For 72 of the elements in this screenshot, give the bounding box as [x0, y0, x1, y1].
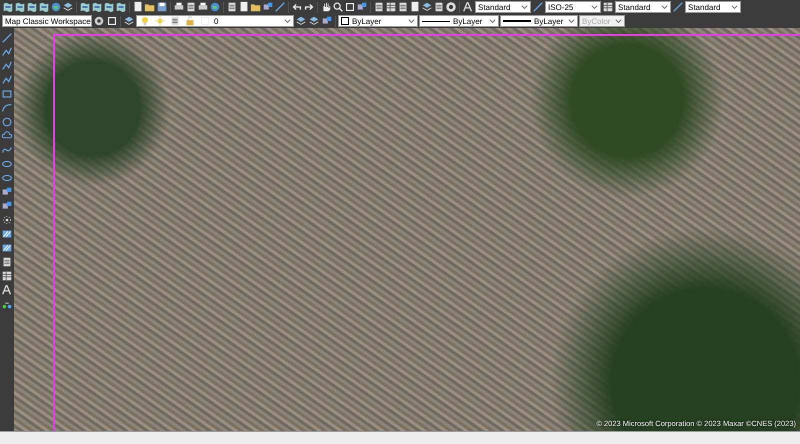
square-icon[interactable] [344, 1, 356, 13]
lineweight-sample [503, 20, 531, 22]
dropdown[interactable]: 0 [136, 15, 294, 27]
caret-icon [615, 18, 622, 24]
circle-tool-icon[interactable] [1, 116, 13, 128]
dropdown[interactable]: ByLayer [500, 15, 578, 27]
layers-icon[interactable] [421, 1, 433, 13]
map-icon[interactable] [38, 1, 50, 13]
polyline-tool-icon[interactable] [1, 60, 13, 72]
sheet-icon[interactable] [373, 1, 385, 13]
dropdown[interactable]: ByLayer [419, 15, 499, 27]
layers-icon[interactable] [62, 1, 74, 13]
caret-icon [731, 4, 738, 10]
layers-icon[interactable] [295, 15, 307, 27]
caret-icon [661, 4, 668, 10]
caret-icon [489, 18, 496, 24]
map-icon[interactable] [103, 1, 115, 13]
linetype-sample [422, 20, 450, 22]
sheet-icon[interactable] [1, 256, 13, 268]
caret-icon [521, 4, 528, 10]
dropdown[interactable]: Standard [685, 1, 741, 13]
undo-arrow-icon[interactable] [291, 1, 303, 13]
line-tool-icon[interactable] [1, 32, 13, 44]
map-icon[interactable] [2, 1, 14, 13]
map-icon[interactable] [79, 1, 91, 13]
table-icon[interactable] [385, 1, 397, 13]
sheet-icon[interactable] [185, 1, 197, 13]
layers-icon[interactable] [308, 15, 320, 27]
polyline-tool-icon[interactable] [1, 46, 13, 58]
globe-icon[interactable] [50, 1, 62, 13]
sheet-icon[interactable] [226, 1, 238, 13]
dropdown[interactable]: ByLayer [338, 15, 418, 27]
dropdown[interactable]: Standard [615, 1, 671, 13]
sheet-icon[interactable] [397, 1, 409, 13]
line-tool-icon[interactable] [274, 1, 286, 13]
caret-icon [591, 4, 598, 10]
table-icon[interactable] [1, 270, 13, 282]
layers-icon[interactable] [123, 15, 135, 27]
point-icon[interactable] [1, 214, 13, 226]
sheet-icon[interactable] [169, 15, 181, 27]
sheet-icon[interactable] [433, 1, 445, 13]
polyline-tool-icon[interactable] [1, 74, 13, 86]
scroll-bar[interactable] [0, 431, 800, 444]
hatch-icon[interactable] [1, 228, 13, 240]
caret-icon [284, 18, 291, 24]
document-icon[interactable] [238, 1, 250, 13]
dropdown[interactable]: ISO-25 [545, 1, 601, 13]
globe-icon[interactable] [209, 1, 221, 13]
rectangle-tool-icon[interactable] [1, 88, 13, 100]
redo-arrow-icon[interactable] [303, 1, 315, 13]
square-icon[interactable] [106, 15, 118, 27]
dropdown[interactable]: Map Classic Workspace [2, 15, 92, 27]
caret-icon [408, 18, 415, 24]
color-swatch [341, 17, 349, 25]
table-icon[interactable] [602, 1, 614, 13]
map-icon[interactable] [91, 1, 103, 13]
map-icon[interactable] [26, 1, 38, 13]
map-icon[interactable] [14, 1, 26, 13]
text-style-icon[interactable] [462, 1, 474, 13]
map-icon[interactable] [115, 1, 127, 13]
zoom-icon[interactable] [332, 1, 344, 13]
ellipse-tool-icon[interactable] [1, 158, 13, 170]
line-tool-icon[interactable] [532, 1, 544, 13]
caret-icon [568, 18, 575, 24]
dropdown[interactable]: Standard [475, 1, 531, 13]
arc-tool-icon[interactable] [1, 102, 13, 114]
ellipse-tool-icon[interactable] [1, 172, 13, 184]
document-icon[interactable] [409, 1, 421, 13]
line-tool-icon[interactable] [672, 1, 684, 13]
text-style-icon[interactable] [1, 284, 13, 296]
hatch-icon[interactable] [1, 242, 13, 254]
document-icon[interactable] [132, 1, 144, 13]
